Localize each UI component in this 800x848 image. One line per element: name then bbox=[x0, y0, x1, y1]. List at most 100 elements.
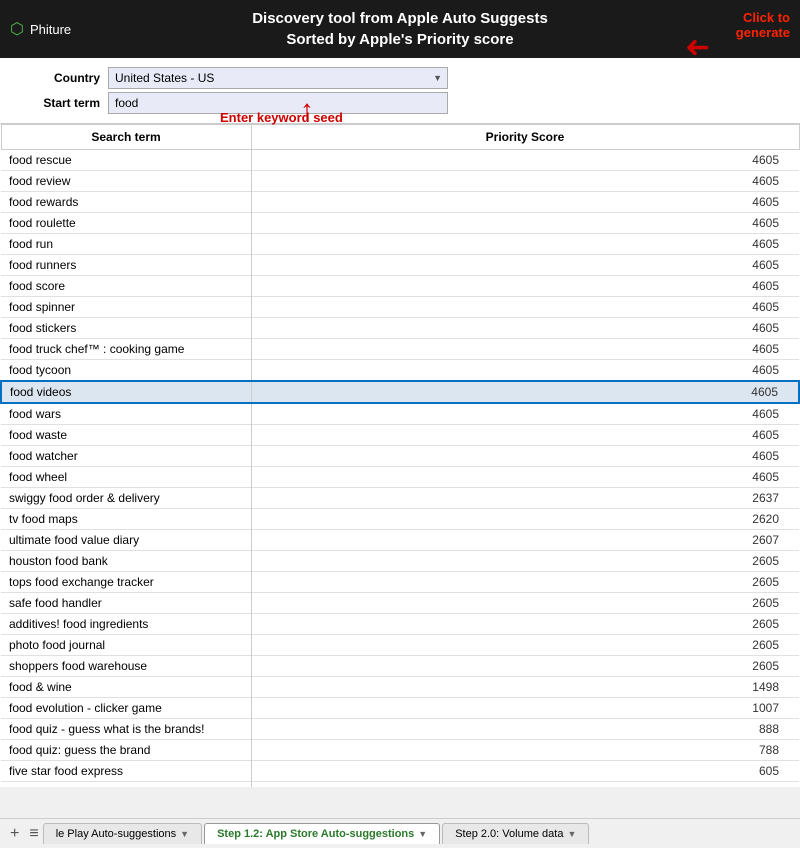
form-area: Country United States - US Start term ↑ … bbox=[0, 58, 800, 124]
cell-search-term: food rescue bbox=[1, 150, 251, 171]
table-body: food rescue 4605 food review 4605 food r… bbox=[1, 150, 799, 788]
table-row[interactable]: food & wine 1498 bbox=[1, 677, 799, 698]
cell-priority-score: 605 bbox=[251, 761, 799, 782]
logo-text: Phiture bbox=[30, 22, 71, 37]
cell-priority-score: 2605 bbox=[251, 656, 799, 677]
cell-priority-score: 4605 bbox=[251, 150, 799, 171]
table-row[interactable]: swiggy food order & delivery 2637 bbox=[1, 488, 799, 509]
table-row[interactable]: food truck chef™ : cooking game 4605 bbox=[1, 339, 799, 360]
cell-priority-score: 788 bbox=[251, 740, 799, 761]
cell-search-term: five star food express bbox=[1, 761, 251, 782]
cell-search-term: food tycoon bbox=[1, 360, 251, 382]
header-title-line2: Sorted by Apple's Priority score bbox=[10, 29, 790, 50]
cell-search-term: food truck chef™ : cooking game bbox=[1, 339, 251, 360]
bottom-tab-0[interactable]: le Play Auto-suggestions ▼ bbox=[43, 823, 202, 844]
cell-search-term: tops food exchange tracker bbox=[1, 572, 251, 593]
cell-priority-score: 4605 bbox=[251, 446, 799, 467]
cell-priority-score: 2605 bbox=[251, 551, 799, 572]
cell-search-term: food videos bbox=[1, 381, 251, 403]
cell-search-term: food wheel bbox=[1, 467, 251, 488]
cell-priority-score: 4605 bbox=[251, 467, 799, 488]
col-priority-score: Priority Score bbox=[251, 125, 799, 150]
cell-search-term: food evolution - clicker game bbox=[1, 698, 251, 719]
cell-search-term: food spinner bbox=[1, 297, 251, 318]
country-select-wrapper[interactable]: United States - US bbox=[108, 67, 448, 89]
table-row[interactable]: food quiz - guess what is the brands! 88… bbox=[1, 719, 799, 740]
cell-search-term: food run bbox=[1, 234, 251, 255]
cell-priority-score: 1007 bbox=[251, 698, 799, 719]
cell-priority-score: 2605 bbox=[251, 593, 799, 614]
cell-search-term: shoppers food warehouse bbox=[1, 656, 251, 677]
cell-search-term: food quiz: guess the brand bbox=[1, 740, 251, 761]
cell-priority-score: 4605 bbox=[251, 360, 799, 382]
cell-priority-score: 888 bbox=[251, 719, 799, 740]
table-row[interactable]: food wars 4605 bbox=[1, 403, 799, 425]
table-row[interactable]: photo food journal 2605 bbox=[1, 635, 799, 656]
table-row[interactable]: food videos 4605 bbox=[1, 381, 799, 403]
results-table: Search term Priority Score food rescue 4… bbox=[0, 124, 800, 787]
table-row[interactable]: food rescue 4605 bbox=[1, 150, 799, 171]
table-header-row: Search term Priority Score bbox=[1, 125, 799, 150]
tab-chevron-icon: ▼ bbox=[418, 829, 427, 839]
cell-priority-score: 4605 bbox=[251, 171, 799, 192]
table-row[interactable]: food score 4605 bbox=[1, 276, 799, 297]
cell-priority-score: 605 bbox=[251, 782, 799, 788]
table-row[interactable]: additives! food ingredients 2605 bbox=[1, 614, 799, 635]
table-row[interactable]: food stickers 4605 bbox=[1, 318, 799, 339]
cell-priority-score: 2607 bbox=[251, 530, 799, 551]
col-search-term: Search term bbox=[1, 125, 251, 150]
bottom-tab-2[interactable]: Step 2.0: Volume data▼ bbox=[442, 823, 589, 844]
header-title: Discovery tool from Apple Auto Suggests … bbox=[10, 8, 790, 50]
table-row[interactable]: food wheel 4605 bbox=[1, 467, 799, 488]
tab-chevron-icon: ▼ bbox=[180, 829, 189, 839]
country-select[interactable]: United States - US bbox=[108, 67, 448, 89]
cell-priority-score: 4605 bbox=[251, 192, 799, 213]
table-row[interactable]: food run 4605 bbox=[1, 234, 799, 255]
tab-label: Step 1.2: App Store Auto-suggestions bbox=[217, 828, 414, 840]
table-row[interactable]: safe food handler 2605 bbox=[1, 593, 799, 614]
results-table-container[interactable]: Search term Priority Score food rescue 4… bbox=[0, 124, 800, 787]
cell-priority-score: 2605 bbox=[251, 572, 799, 593]
table-row[interactable]: five star food express 605 bbox=[1, 761, 799, 782]
logo: ⬡ Phiture bbox=[10, 19, 71, 39]
cell-search-term: additives! food ingredients bbox=[1, 614, 251, 635]
cell-search-term: photo food journal bbox=[1, 635, 251, 656]
cell-search-term: bitesnap: photo food journal bbox=[1, 782, 251, 788]
table-row[interactable]: tops food exchange tracker 2605 bbox=[1, 572, 799, 593]
cell-search-term: food rewards bbox=[1, 192, 251, 213]
table-row[interactable]: tv food maps 2620 bbox=[1, 509, 799, 530]
table-row[interactable]: food tycoon 4605 bbox=[1, 360, 799, 382]
cell-priority-score: 4605 bbox=[251, 213, 799, 234]
table-row[interactable]: food review 4605 bbox=[1, 171, 799, 192]
cell-priority-score: 4605 bbox=[251, 339, 799, 360]
bottom-tab-1[interactable]: Step 1.2: App Store Auto-suggestions ▼ bbox=[204, 823, 440, 844]
cell-search-term: food & wine bbox=[1, 677, 251, 698]
table-row[interactable]: food watcher 4605 bbox=[1, 446, 799, 467]
table-row[interactable]: food evolution - clicker game 1007 bbox=[1, 698, 799, 719]
table-row[interactable]: shoppers food warehouse 2605 bbox=[1, 656, 799, 677]
cell-search-term: food runners bbox=[1, 255, 251, 276]
tabs-container: le Play Auto-suggestions▼Step 1.2: App S… bbox=[43, 823, 592, 844]
tab-chevron-icon: ▼ bbox=[567, 829, 576, 839]
table-row[interactable]: food rewards 4605 bbox=[1, 192, 799, 213]
header-title-line1: Discovery tool from Apple Auto Suggests bbox=[10, 8, 790, 29]
table-row[interactable]: food waste 4605 bbox=[1, 425, 799, 446]
tab-label: le Play Auto-suggestions bbox=[56, 828, 176, 840]
table-row[interactable]: bitesnap: photo food journal 605 bbox=[1, 782, 799, 788]
cell-search-term: tv food maps bbox=[1, 509, 251, 530]
table-row[interactable]: food roulette 4605 bbox=[1, 213, 799, 234]
table-row[interactable]: food runners 4605 bbox=[1, 255, 799, 276]
sheets-menu-button[interactable]: ≡ bbox=[25, 825, 42, 843]
cell-priority-score: 2637 bbox=[251, 488, 799, 509]
country-row: Country United States - US bbox=[20, 67, 780, 89]
table-row[interactable]: food spinner 4605 bbox=[1, 297, 799, 318]
table-row[interactable]: houston food bank 2605 bbox=[1, 551, 799, 572]
logo-icon: ⬡ bbox=[10, 19, 24, 39]
start-term-input[interactable] bbox=[108, 92, 448, 114]
click-to-generate-label: Click to generate bbox=[736, 10, 790, 40]
table-row[interactable]: food quiz: guess the brand 788 bbox=[1, 740, 799, 761]
cell-priority-score: 4605 bbox=[251, 403, 799, 425]
cell-search-term: swiggy food order & delivery bbox=[1, 488, 251, 509]
add-sheet-button[interactable]: + bbox=[4, 825, 25, 843]
table-row[interactable]: ultimate food value diary 2607 bbox=[1, 530, 799, 551]
